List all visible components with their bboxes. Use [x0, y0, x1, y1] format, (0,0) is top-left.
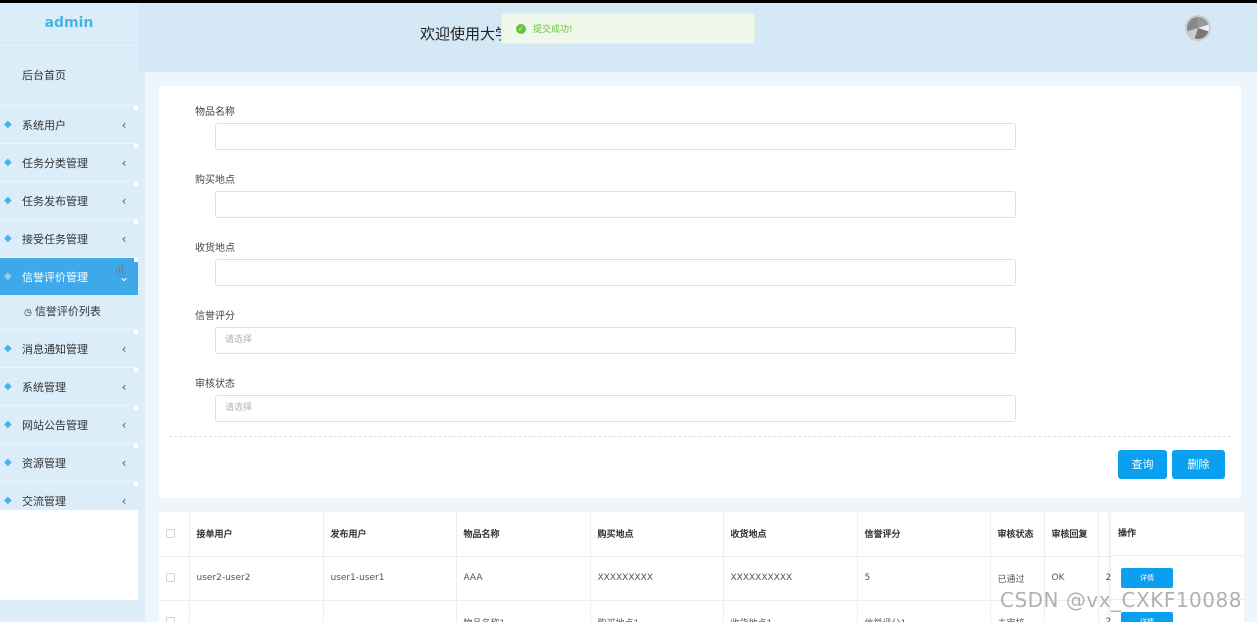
rating-cell: 5	[857, 556, 991, 601]
select-all-cell	[159, 512, 190, 557]
item-cell: 物品名称1	[456, 600, 591, 622]
rating-cell: 信誉评分1	[857, 600, 991, 622]
brand-logo: admin	[0, 3, 138, 45]
item-cell: AAA	[456, 556, 591, 601]
column-header: 购买地点	[590, 512, 724, 557]
sidebar-item-label: 系统管理	[22, 380, 66, 394]
sidebar-item-label: 消息通知管理	[22, 342, 88, 356]
diamond-icon: ◆	[4, 118, 12, 130]
form-divider	[169, 436, 1231, 437]
diamond-icon: ◆	[4, 494, 12, 506]
column-header: 审核回复	[1044, 512, 1099, 557]
sidebar-blank-area	[0, 510, 138, 600]
purchase-place-input[interactable]	[215, 191, 1016, 218]
diamond-icon: ◆	[4, 194, 12, 206]
delivery-place-label: 收货地点	[195, 243, 235, 254]
main-content: 物品名称 购买地点 收货地点 信誉评分 请选择 审核状态 请选择 查询 删除 接…	[145, 72, 1257, 622]
header: 欢迎使用大学 ✓ 提交成功!	[138, 3, 1257, 72]
diamond-icon: ◆	[4, 456, 12, 468]
chevron-left-icon: ‹	[121, 493, 127, 508]
rating-select[interactable]: 请选择	[215, 327, 1016, 354]
detail-button[interactable]: 详情	[1121, 568, 1173, 588]
sidebar-item-system-users[interactable]: ◆ 系统用户 ‹	[0, 105, 138, 143]
diamond-icon: ◆	[4, 156, 12, 168]
sidebar-item-announcements[interactable]: ◆ 网站公告管理 ‹	[0, 405, 138, 443]
sidebar: admin 后台首页 ◆ 系统用户 ‹ ◆ 任务分类管理 ‹ ◆ 任务发布管理 …	[0, 3, 138, 600]
success-toast: ✓ 提交成功!	[501, 13, 755, 44]
chevron-left-icon: ‹	[121, 379, 127, 394]
chevron-left-icon: ‹	[121, 193, 127, 208]
sidebar-item-resources[interactable]: ◆ 资源管理 ‹	[0, 443, 138, 481]
hand-cursor-icon: ☝	[116, 262, 126, 280]
column-header: 接单用户	[189, 512, 324, 557]
chevron-left-icon: ‹	[121, 417, 127, 432]
sidebar-item-label: 资源管理	[22, 456, 66, 470]
rating-label: 信誉评分	[195, 311, 235, 322]
column-header: 物品名称	[456, 512, 591, 557]
sidebar-item-label: 系统用户	[22, 118, 66, 132]
receiver-cell	[189, 600, 324, 622]
row-select-cell	[159, 556, 190, 601]
column-header: 信誉评分	[857, 512, 991, 557]
clock-icon: ◷	[24, 308, 32, 318]
select-all-checkbox[interactable]	[166, 528, 175, 538]
diamond-icon: ◆	[4, 380, 12, 392]
item-name-input[interactable]	[215, 123, 1016, 150]
purchase-cell: XXXXXXXXX	[590, 556, 724, 601]
chevron-left-icon: ‹	[121, 341, 127, 356]
sidebar-item-home[interactable]: 后台首页	[0, 45, 138, 105]
chevron-left-icon: ‹	[121, 117, 127, 132]
watermark: CSDN @vx_CXKF10088	[1000, 588, 1242, 612]
sidebar-item-label: 接受任务管理	[22, 232, 88, 246]
sidebar-item-label: 网站公告管理	[22, 418, 88, 432]
publisher-cell: user1-user1	[323, 556, 457, 601]
sidebar-item-task-publish[interactable]: ◆ 任务发布管理 ‹	[0, 181, 138, 219]
sidebar-item-label: 任务发布管理	[22, 194, 88, 208]
sidebar-item-system-admin[interactable]: ◆ 系统管理 ‹	[0, 367, 138, 405]
row-checkbox[interactable]	[166, 617, 175, 622]
column-header: 收货地点	[723, 512, 858, 557]
sidebar-item-label: 交流管理	[22, 494, 66, 508]
welcome-title: 欢迎使用大学	[420, 25, 511, 43]
check-circle-icon: ✓	[516, 23, 526, 34]
delivery-cell: 收货地点1	[723, 600, 858, 622]
column-header: 发布用户	[323, 512, 457, 557]
table-header-row: 接单用户 发布用户 物品名称 购买地点 收货地点 信誉评分 审核状态 审核回复	[159, 512, 1244, 557]
submenu-label: 信誉评价列表	[34, 305, 101, 318]
row-select-cell	[159, 600, 190, 622]
detail-button[interactable]: 详情	[1121, 612, 1173, 622]
purchase-cell: 购买地点1	[590, 600, 724, 622]
diamond-icon: ◆	[4, 342, 12, 354]
query-button[interactable]: 查询	[1118, 450, 1167, 479]
delivery-place-input[interactable]	[215, 259, 1016, 286]
search-form: 物品名称 购买地点 收货地点 信誉评分 请选择 审核状态 请选择 查询 删除	[159, 86, 1241, 498]
sidebar-item-label: 信誉评价管理	[22, 270, 88, 284]
review-status-select[interactable]: 请选择	[215, 395, 1016, 422]
chevron-left-icon: ‹	[121, 155, 127, 170]
diamond-icon: ◆	[4, 270, 12, 282]
column-header-operations: 操作	[1111, 512, 1244, 556]
delivery-cell: XXXXXXXXXX	[723, 556, 858, 601]
avatar[interactable]	[1185, 15, 1211, 41]
diamond-icon: ◆	[4, 418, 12, 430]
chevron-left-icon: ‹	[121, 455, 127, 470]
delete-button[interactable]: 删除	[1172, 450, 1225, 479]
toast-message: 提交成功!	[533, 25, 573, 35]
sidebar-item-task-category[interactable]: ◆ 任务分类管理 ‹	[0, 143, 138, 181]
sidebar-item-label: 任务分类管理	[22, 156, 88, 170]
purchase-place-label: 购买地点	[195, 175, 235, 186]
sidebar-subitem-credit-review-list[interactable]: ◷ 信誉评价列表	[0, 295, 138, 329]
sidebar-item-task-accept[interactable]: ◆ 接受任务管理 ‹	[0, 219, 138, 257]
publisher-cell	[323, 600, 457, 622]
chevron-left-icon: ‹	[121, 231, 127, 246]
sidebar-item-notifications[interactable]: ◆ 消息通知管理 ‹	[0, 329, 138, 367]
column-header: 审核状态	[990, 512, 1045, 557]
item-name-label: 物品名称	[195, 107, 235, 118]
row-checkbox[interactable]	[166, 573, 175, 582]
review-status-label: 审核状态	[195, 379, 235, 390]
diamond-icon: ◆	[4, 232, 12, 244]
receiver-cell: user2-user2	[189, 556, 324, 601]
